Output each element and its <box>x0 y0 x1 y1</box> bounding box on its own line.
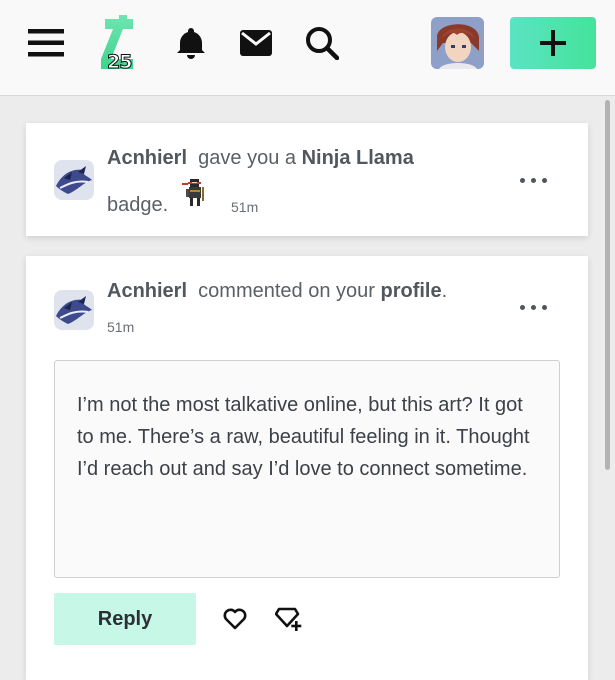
ninja-llama-badge-icon <box>182 179 204 206</box>
notification-action: commented on your <box>198 280 375 302</box>
notification-action: gave you a <box>198 147 297 169</box>
comment-notification-card: Acnhierl commented on your profile. 51m … <box>26 256 588 680</box>
heart-icon[interactable] <box>223 608 247 630</box>
give-badge-icon[interactable] <box>275 606 303 632</box>
bell-icon[interactable] <box>175 27 207 59</box>
logo-number: 25 <box>106 51 132 74</box>
notification-period: . <box>441 280 448 302</box>
site-logo[interactable]: 25 <box>97 15 141 77</box>
more-options-button[interactable] <box>516 171 552 191</box>
badge-name[interactable]: Ninja Llama <box>302 147 414 169</box>
plus-icon <box>540 30 566 56</box>
notification-text-line: Acnhierl commented on your profile. <box>107 280 447 303</box>
comment-body: I’m not the most talkative online, but t… <box>54 360 560 578</box>
top-navigation-bar: 25 <box>0 0 615 96</box>
sender-avatar[interactable] <box>54 160 94 200</box>
sender-username[interactable]: Acnhierl <box>107 280 187 302</box>
menu-icon[interactable] <box>28 27 64 59</box>
user-avatar[interactable] <box>431 17 484 69</box>
badge-suffix: badge. <box>107 194 169 216</box>
search-icon[interactable] <box>305 26 339 60</box>
more-options-button[interactable] <box>516 298 552 318</box>
notification-time: 51m <box>231 199 259 215</box>
profile-link[interactable]: profile <box>380 280 441 302</box>
scrollbar[interactable] <box>605 100 610 470</box>
mail-icon[interactable] <box>240 30 272 56</box>
notification-time: 51m <box>107 319 135 335</box>
badge-notification-card: Acnhierl gave you a Ninja Llama badge. 5… <box>26 123 588 236</box>
create-button[interactable] <box>510 17 596 69</box>
reply-button[interactable]: Reply <box>54 593 196 645</box>
notification-text-line: Acnhierl gave you a Ninja Llama <box>107 147 414 170</box>
sender-avatar[interactable] <box>54 290 94 330</box>
sender-username[interactable]: Acnhierl <box>107 147 187 169</box>
